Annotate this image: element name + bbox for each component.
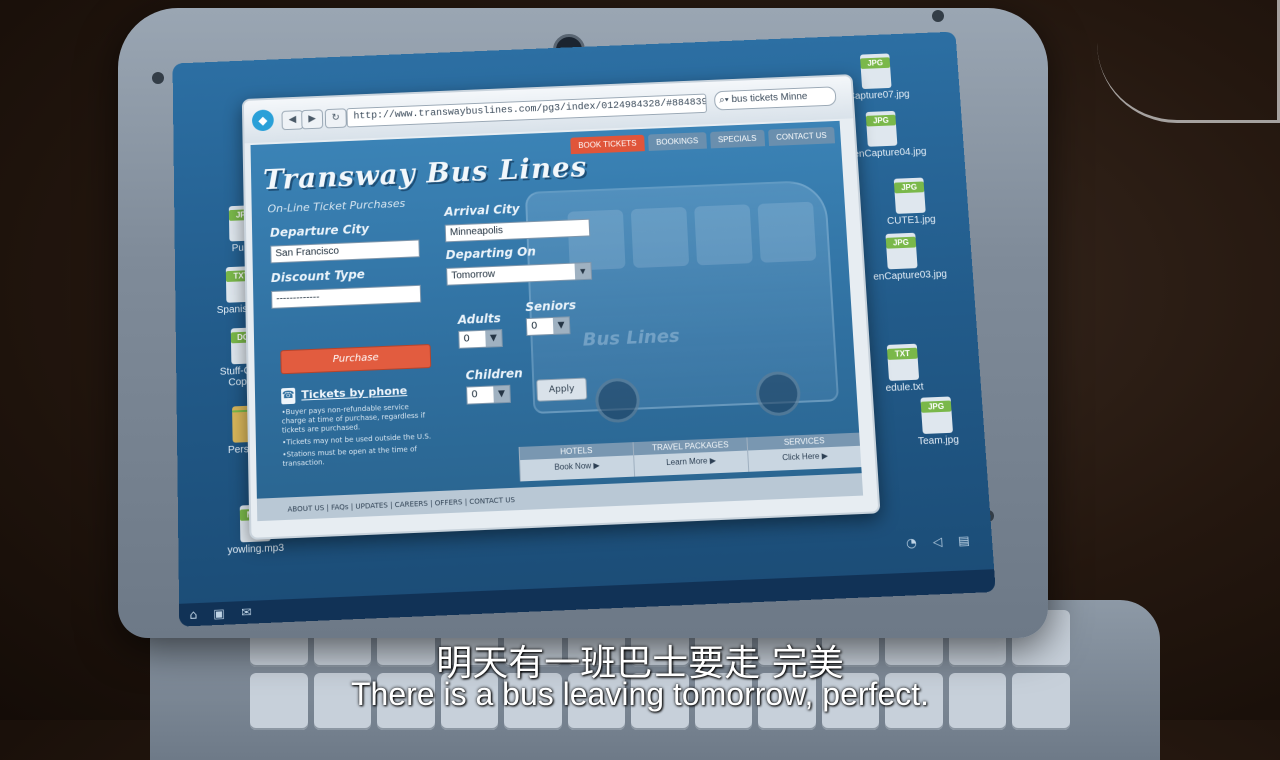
search-input[interactable]: ⌕▾ bus tickets Minne	[713, 86, 837, 111]
adults-label: Adults	[457, 311, 502, 327]
adults-select[interactable]: 0 ▼	[458, 329, 503, 349]
promo-row: HOTELS Book Now ▶ TRAVEL PACKAGES Learn …	[518, 432, 863, 482]
desktop-icon[interactable]: JPG CUTE1.jpg	[879, 177, 942, 227]
desktop-icon[interactable]: JPG Capture07.jpg	[845, 53, 910, 102]
bezel-screw	[152, 72, 164, 84]
system-tray-icons[interactable]: ◔ ◁ ▤	[906, 533, 977, 550]
reload-button[interactable]: ↻	[324, 108, 347, 129]
forward-button[interactable]: ▶	[301, 109, 324, 130]
taskbar-icons[interactable]: ⌂ ▣ ✉	[189, 605, 257, 622]
departure-field[interactable]: San Francisco	[270, 239, 420, 264]
subtitle-english: There is a bus leaving tomorrow, perfect…	[350, 676, 930, 712]
site-nav: BOOK TICKETS BOOKINGS SPECIALS CONTACT U…	[570, 126, 836, 155]
bus-logo: Bus Lines	[582, 325, 681, 351]
tickets-by-phone: ☎ Tickets by phone •Buyer pays non-refund…	[281, 382, 434, 469]
phone-icon: ☎	[281, 387, 296, 405]
phone-note: •Stations must be open at the time of tr…	[282, 445, 417, 469]
laptop-screen: JPG Puppi TXT Spanish.txt DOC Stuff-Co p…	[172, 31, 996, 627]
discount-field[interactable]: -------------	[271, 284, 422, 309]
promo-hotels[interactable]: HOTELS Book Now ▶	[518, 442, 635, 482]
site-subtitle: On-Line Ticket Purchases	[267, 197, 406, 216]
chevron-down-icon: ▼	[493, 385, 510, 403]
webpage: Bus Lines BOOK TICKETS BOOKINGS SPECIALS…	[250, 120, 864, 522]
phone-note: •Buyer pays non-refundable service charg…	[281, 403, 426, 435]
search-icon: ⌕▾	[718, 94, 732, 106]
children-select[interactable]: 0 ▼	[466, 384, 511, 405]
browser-window: ◆ ◀ ▶ ↻ http://www.transwaybuslines.com/…	[241, 74, 881, 540]
promo-travel-packages[interactable]: TRAVEL PACKAGES Learn More ▶	[632, 437, 749, 477]
tab-specials[interactable]: SPECIALS	[709, 129, 765, 149]
browser-logo-icon: ◆	[251, 109, 274, 132]
departing-label: Departing On	[445, 244, 537, 263]
power-cable	[1097, 0, 1280, 123]
tab-bookings[interactable]: BOOKINGS	[647, 132, 707, 151]
seniors-label: Seniors	[525, 298, 577, 315]
departure-label: Departure City	[269, 221, 370, 240]
desktop-icon[interactable]: TXT edule.txt	[872, 343, 935, 395]
bezel-screw	[932, 10, 944, 22]
chevron-down-icon: ▼	[485, 330, 502, 347]
desktop-icon[interactable]: JPG enCapture04.jpg	[851, 110, 927, 160]
discount-label: Discount Type	[270, 267, 366, 286]
children-label: Children	[465, 366, 523, 383]
apply-button[interactable]: Apply	[536, 377, 588, 402]
url-bar[interactable]: http://www.transwaybuslines.com/pg3/inde…	[346, 93, 708, 128]
phone-title: Tickets by phone	[301, 384, 408, 402]
tab-contact-us[interactable]: CONTACT US	[767, 126, 836, 147]
arrival-label: Arrival City	[444, 202, 520, 219]
site-title: Transway Bus Lines	[262, 150, 588, 197]
chevron-down-icon: ▼	[552, 317, 570, 334]
chevron-down-icon: ▼	[574, 262, 592, 280]
footer-bar	[256, 473, 864, 522]
desktop-icon[interactable]: JPG Team.jpg	[905, 396, 969, 448]
desktop-icon[interactable]: JPG enCapture03.jpg	[871, 232, 947, 283]
seniors-select[interactable]: 0 ▼	[525, 316, 571, 337]
promo-services[interactable]: SERVICES Click Here ▶	[746, 432, 863, 472]
purchase-button[interactable]: Purchase	[280, 344, 432, 375]
